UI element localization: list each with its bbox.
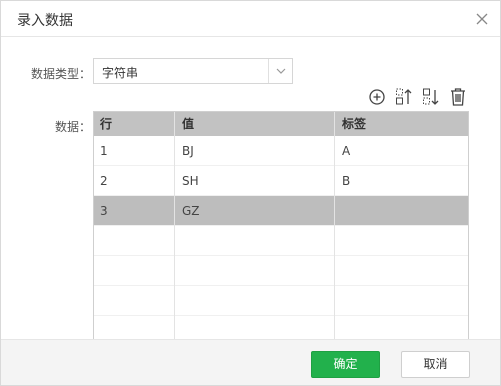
data-label: 数据： bbox=[54, 120, 91, 134]
chevron-down-icon[interactable] bbox=[268, 59, 292, 83]
row-number-cell: 3 bbox=[100, 204, 108, 218]
table-row[interactable]: 1 BJ A bbox=[94, 136, 468, 166]
data-type-select[interactable]: 字符串 bbox=[93, 58, 293, 84]
dialog-titlebar: 录入数据 bbox=[1, 1, 500, 37]
column-header-value[interactable]: 值 bbox=[174, 112, 334, 136]
row-number-cell: 2 bbox=[100, 174, 108, 188]
table-toolbar bbox=[367, 86, 468, 108]
move-up-icon[interactable] bbox=[394, 86, 414, 108]
label-cell[interactable]: B bbox=[334, 166, 468, 195]
label-cell[interactable] bbox=[334, 196, 468, 225]
table-header: 行 值 标签 bbox=[94, 112, 468, 136]
empty-row[interactable] bbox=[94, 256, 468, 286]
data-table: 行 值 标签 1 BJ A 2 SH B 3 GZ bbox=[93, 111, 469, 354]
column-divider bbox=[334, 112, 335, 353]
data-type-value: 字符串 bbox=[102, 66, 139, 80]
dialog-footer: 确定 取消 bbox=[1, 339, 500, 385]
empty-row[interactable] bbox=[94, 226, 468, 256]
table-row[interactable]: 2 SH B bbox=[94, 166, 468, 196]
close-icon[interactable] bbox=[472, 9, 492, 29]
value-cell[interactable]: BJ bbox=[174, 136, 334, 165]
column-divider bbox=[174, 112, 175, 353]
cancel-button[interactable]: 取消 bbox=[401, 351, 470, 378]
value-cell[interactable]: GZ bbox=[174, 196, 334, 225]
column-header-label[interactable]: 标签 bbox=[334, 112, 468, 136]
data-type-label: 数据类型： bbox=[30, 67, 91, 81]
ok-button[interactable]: 确定 bbox=[311, 351, 380, 378]
input-data-dialog: 录入数据 数据类型： 字符串 数据： 行 值 标签 1 BJ A 2 SH B … bbox=[0, 0, 501, 386]
add-circle-icon[interactable] bbox=[367, 86, 387, 108]
empty-row[interactable] bbox=[94, 286, 468, 316]
trash-icon[interactable] bbox=[448, 86, 468, 108]
move-down-icon[interactable] bbox=[421, 86, 441, 108]
dialog-body: 数据类型： 字符串 数据： 行 值 标签 1 BJ A 2 SH B 3 GZ bbox=[1, 38, 500, 354]
column-header-row[interactable]: 行 bbox=[94, 112, 174, 136]
table-row-selected[interactable]: 3 GZ bbox=[94, 196, 468, 226]
label-cell[interactable]: A bbox=[334, 136, 468, 165]
value-cell[interactable]: SH bbox=[174, 166, 334, 195]
dialog-title: 录入数据 bbox=[17, 13, 73, 29]
row-number-cell: 1 bbox=[100, 144, 108, 158]
